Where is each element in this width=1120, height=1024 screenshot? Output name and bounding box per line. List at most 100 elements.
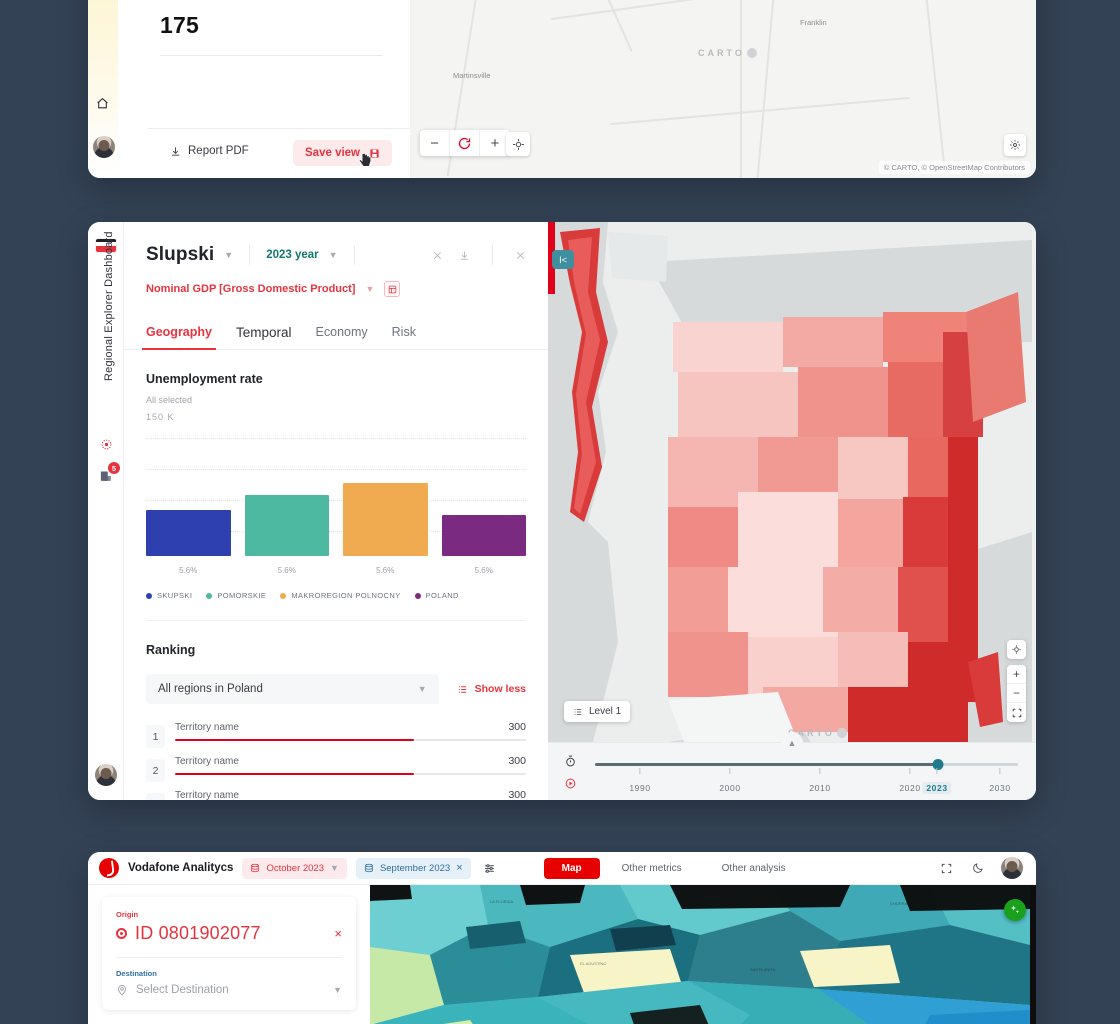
map-attribution: © CARTO, © OpenStreetMap Contributors bbox=[878, 161, 1030, 174]
minus-icon[interactable]: − bbox=[420, 130, 450, 156]
timeline-tick[interactable]: 2023 bbox=[922, 768, 952, 796]
territory-name: Territory name bbox=[175, 722, 239, 733]
bar-column[interactable] bbox=[343, 438, 428, 556]
avatar[interactable] bbox=[91, 134, 117, 160]
timeline-tick[interactable]: 2020 bbox=[899, 768, 920, 796]
origin-field[interactable]: ID 0801902077 × bbox=[116, 923, 342, 944]
ranking-title: Ranking bbox=[146, 643, 196, 657]
play-icon[interactable] bbox=[564, 777, 577, 790]
bar[interactable] bbox=[441, 515, 526, 556]
timeline-tick-label: 2030 bbox=[989, 783, 1011, 793]
bar[interactable] bbox=[343, 482, 428, 556]
save-view-button[interactable]: Save view bbox=[293, 140, 392, 166]
rank-bar-fill bbox=[175, 773, 414, 775]
tab-economy[interactable]: Economy bbox=[316, 317, 368, 349]
region-select[interactable]: All regions in Poland ▼ bbox=[146, 674, 439, 704]
destination-field[interactable]: Select Destination ▼ bbox=[116, 984, 342, 996]
close-icon[interactable]: × bbox=[456, 862, 462, 874]
legend-item[interactable]: POMORSKIE bbox=[206, 591, 266, 600]
stopwatch-icon[interactable] bbox=[564, 755, 577, 768]
rank-number: 1 bbox=[146, 725, 165, 748]
metric-selector-label[interactable]: Nominal GDP [Gross Domestic Product] bbox=[146, 283, 355, 295]
dashboard-title: Regional Explorer Dashboard bbox=[103, 231, 115, 381]
timeline-tick[interactable]: 2010 bbox=[809, 768, 830, 796]
tab-temporal[interactable]: Temporal bbox=[236, 317, 292, 349]
timeline-track[interactable] bbox=[595, 759, 1018, 770]
legend-swatch bbox=[414, 592, 421, 599]
vodafone-map[interactable]: LA FLORIDA SAN MARTIN CHORRILLOS EL AGUS… bbox=[370, 885, 1036, 1024]
fullscreen-icon[interactable] bbox=[1007, 703, 1026, 722]
bar-column[interactable] bbox=[441, 438, 526, 556]
bar-column[interactable] bbox=[146, 438, 231, 556]
timeline-tick-label: 2000 bbox=[719, 783, 741, 793]
chevron-down-icon[interactable]: ▼ bbox=[329, 250, 338, 260]
avatar[interactable] bbox=[999, 855, 1025, 881]
crosshair-icon[interactable] bbox=[506, 132, 530, 156]
plus-icon[interactable]: + bbox=[1007, 665, 1026, 684]
timeline-tick[interactable]: 1990 bbox=[629, 768, 650, 796]
timeline-control[interactable]: ▲ 1990 2000 2010 2020 2023 2030 bbox=[548, 732, 1036, 800]
sliders-icon[interactable] bbox=[480, 859, 499, 878]
basemap-icon[interactable] bbox=[1007, 640, 1026, 659]
timeline-tick-label: 2010 bbox=[809, 783, 831, 793]
ranking-list[interactable]: 1 Territory name 300 2 Territory name 300 3 Ter… bbox=[124, 714, 548, 800]
level-label: Level 1 bbox=[589, 706, 622, 717]
selection-target-icon[interactable] bbox=[97, 435, 115, 453]
report-pdf-button[interactable]: Report PDF bbox=[170, 145, 249, 157]
close-icon[interactable]: × bbox=[334, 926, 342, 941]
top-dashboard-panel: 175 Report PDF Save view Franklin Martin… bbox=[88, 0, 1036, 178]
zoom-controls[interactable]: − + bbox=[420, 130, 510, 156]
ranking-row[interactable]: 2 Territory name 300 bbox=[124, 748, 548, 782]
chevron-up-icon[interactable]: ▲ bbox=[781, 732, 803, 754]
view-tabs[interactable]: Map Other metrics Other analysis bbox=[543, 857, 804, 879]
explorer-tabs[interactable]: Geography Temporal Economy Risk bbox=[124, 317, 548, 350]
explorer-scroll-area[interactable]: Unemployment rate All selected 150 K 5.6… bbox=[124, 350, 548, 800]
divider bbox=[160, 55, 382, 56]
bar-value-label: 5.6% bbox=[376, 566, 395, 575]
ranking-row[interactable]: 3 Territory name 300 bbox=[124, 782, 548, 800]
bar-column[interactable] bbox=[244, 438, 329, 556]
legend-item[interactable]: POLAND bbox=[414, 591, 459, 600]
year-selector-label[interactable]: 2023 year bbox=[266, 249, 318, 261]
tab-other-analysis[interactable]: Other analysis bbox=[704, 858, 804, 879]
chevron-down-icon[interactable]: ▼ bbox=[365, 284, 374, 294]
tab-geography[interactable]: Geography bbox=[142, 317, 216, 350]
report-pdf-label: Report PDF bbox=[188, 145, 249, 157]
timeline-tick[interactable]: 2000 bbox=[719, 768, 740, 796]
chevron-down-icon[interactable]: ▼ bbox=[333, 985, 342, 995]
chevron-down-icon[interactable]: ▼ bbox=[224, 250, 233, 260]
tab-risk[interactable]: Risk bbox=[392, 317, 416, 349]
map-controls[interactable]: + − bbox=[1007, 640, 1026, 722]
bar[interactable] bbox=[244, 495, 329, 556]
timeline-tick[interactable]: 2030 bbox=[989, 768, 1010, 796]
tab-other-metrics[interactable]: Other metrics bbox=[604, 858, 700, 879]
avatar[interactable] bbox=[93, 762, 119, 788]
level-selector[interactable]: Level 1 bbox=[564, 701, 631, 722]
radio-selected-icon[interactable] bbox=[116, 928, 127, 939]
legend-item[interactable]: SKUPSKI bbox=[146, 591, 192, 600]
choropleth-map[interactable]: I< Level 1 CARTO © CARTO, © OpenStreetMa… bbox=[548, 222, 1036, 800]
compass-reset-icon[interactable] bbox=[450, 130, 480, 156]
fullscreen-icon[interactable] bbox=[937, 859, 956, 878]
download-icon[interactable] bbox=[459, 250, 470, 261]
bar[interactable] bbox=[146, 510, 231, 556]
moon-icon[interactable] bbox=[968, 859, 987, 878]
chevron-down-icon[interactable]: ▼ bbox=[330, 863, 339, 873]
show-less-button[interactable]: Show less bbox=[457, 683, 526, 695]
map-settings-icon[interactable] bbox=[1004, 134, 1026, 156]
top-panel-map[interactable]: Whiteland New Whiteland Franklin Shelbyv… bbox=[410, 0, 1036, 178]
table-view-icon[interactable] bbox=[384, 281, 401, 297]
minus-icon[interactable]: − bbox=[1007, 684, 1026, 703]
tab-map[interactable]: Map bbox=[543, 857, 600, 879]
close-icon[interactable] bbox=[515, 250, 526, 261]
svg-text:LA FLORIDA: LA FLORIDA bbox=[490, 899, 513, 904]
home-icon[interactable] bbox=[96, 97, 109, 110]
sparkle-icon[interactable] bbox=[1004, 899, 1026, 921]
ranking-row[interactable]: 1 Territory name 300 bbox=[124, 714, 548, 748]
destination-label: Destination bbox=[116, 969, 157, 978]
month-chip-october[interactable]: October 2023 ▼ bbox=[242, 857, 347, 879]
month-chip-september[interactable]: September 2023 × bbox=[355, 857, 471, 879]
clear-selection-icon[interactable] bbox=[432, 250, 443, 261]
legend-item[interactable]: MAKROREGION POLNOCNY bbox=[280, 591, 400, 600]
collapse-left-icon[interactable]: I< bbox=[552, 250, 574, 269]
